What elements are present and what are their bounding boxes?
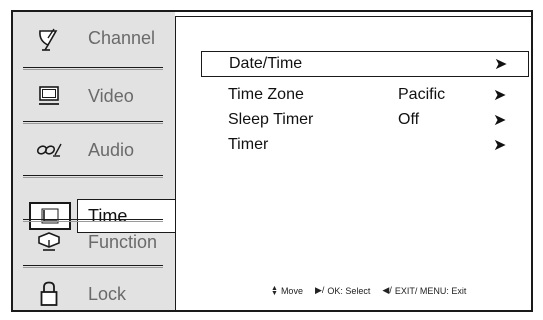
sidebar-divider <box>23 265 163 268</box>
sidebar-item-audio[interactable]: Audio <box>13 126 175 174</box>
tv-menu-screen: Channel Video Audio Time Function Lock D… <box>11 10 533 312</box>
menu-row-label: Time Zone <box>228 86 304 103</box>
monitor-icon <box>35 82 63 110</box>
navigation-hint: ▲ ▼ Move ▶/ OK: Select ◀/ EXIT/ MENU: Exi… <box>271 284 467 297</box>
menu-row-sleep-timer[interactable]: Sleep Timer Off ➤ <box>201 107 529 133</box>
sidebar-item-label: Lock <box>88 283 127 304</box>
menu-row-value: Pacific <box>398 86 446 103</box>
satellite-dish-icon <box>35 24 63 52</box>
audio-icon <box>35 136 63 164</box>
sidebar-item-video[interactable]: Video <box>13 72 175 120</box>
lock-icon <box>35 280 63 308</box>
sidebar-item-label: Audio <box>88 139 135 160</box>
menu-row-date-time[interactable]: Date/Time ➤ <box>201 51 529 77</box>
sidebar-item-label: Function <box>88 231 158 252</box>
sidebar-item-channel[interactable]: Channel <box>13 14 175 62</box>
menu-row-timer[interactable]: Timer ➤ <box>201 132 529 158</box>
hint-exit: EXIT/ MENU: Exit <box>394 285 467 296</box>
time-settings-panel: Date/Time ➤ Time Zone Pacific ➤ Sleep Ti… <box>175 16 531 310</box>
sidebar-divider <box>23 67 163 70</box>
menu-row-label: Sleep Timer <box>228 111 314 128</box>
function-icon <box>35 228 63 256</box>
hint-exit-symbol: ◀/ <box>382 285 392 295</box>
arrow-right-icon: ➤ <box>494 56 508 73</box>
menu-row-time-zone[interactable]: Time Zone Pacific ➤ <box>201 82 529 108</box>
menu-row-label: Date/Time <box>229 55 303 72</box>
hint-select-symbol: ▶/ <box>314 285 325 295</box>
sidebar-item-label: Video <box>88 85 134 106</box>
arrow-right-icon: ➤ <box>493 87 507 104</box>
sidebar-divider <box>23 175 163 178</box>
sidebar-item-lock[interactable]: Lock <box>13 270 175 318</box>
menu-row-label: Timer <box>228 136 269 153</box>
sidebar-divider <box>23 121 163 124</box>
hint-select: OK: Select <box>327 285 371 296</box>
menu-row-value: Off <box>398 111 420 128</box>
sidebar: Channel Video Audio Time Function Lock <box>13 12 177 310</box>
hint-move: Move <box>280 285 303 296</box>
sidebar-item-label: Channel <box>88 27 156 48</box>
arrow-right-icon: ➤ <box>493 137 507 154</box>
arrow-right-icon: ➤ <box>493 112 507 129</box>
sidebar-item-function[interactable]: Function <box>13 218 175 266</box>
up-down-arrow-icon: ▲ ▼ <box>271 284 278 297</box>
